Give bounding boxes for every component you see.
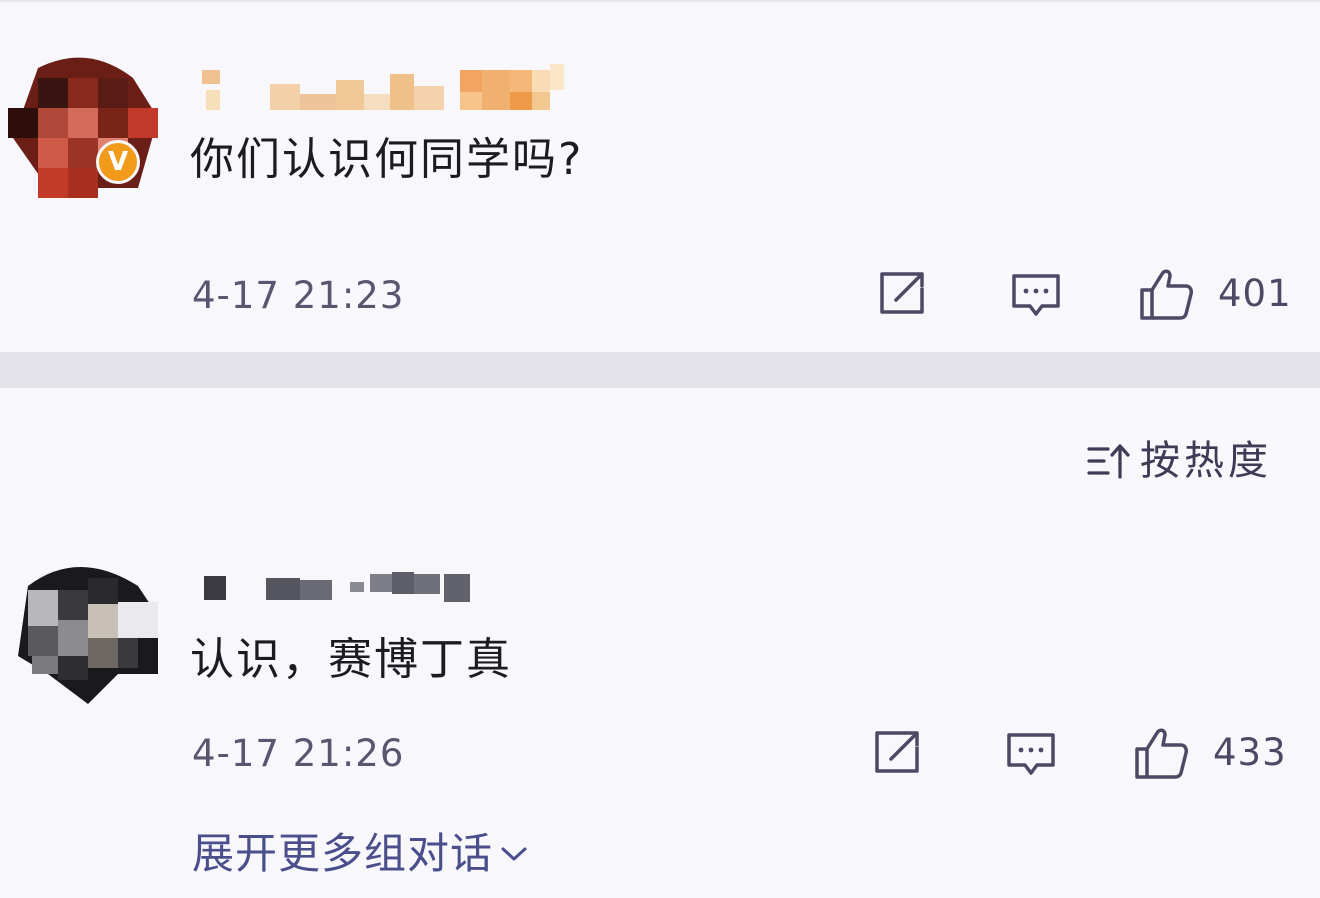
reply-button[interactable]: [1010, 272, 1062, 320]
comment-timestamp: 4-17 21:23: [192, 274, 405, 317]
comment-text: 认识，赛博丁真: [190, 634, 512, 685]
comment-icon: [1007, 733, 1055, 775]
repost-button[interactable]: [873, 729, 923, 775]
expand-more-conversations-link[interactable]: 展开更多组对话: [192, 828, 529, 880]
thumbs-up-icon: [1135, 728, 1188, 779]
verified-badge-icon: V: [96, 140, 140, 184]
verified-badge-letter: V: [107, 147, 129, 177]
reply-button[interactable]: [1005, 731, 1057, 779]
comment-text: 你们认识何同学吗?: [190, 134, 584, 185]
sort-label: 按热度: [1140, 438, 1272, 484]
sort-icon: [1087, 444, 1130, 479]
repost-icon: [875, 731, 919, 773]
like-button[interactable]: 433: [1133, 725, 1287, 781]
chevron-down-icon: [501, 847, 527, 861]
like-count: 433: [1213, 731, 1287, 774]
comment-timestamp: 4-17 21:26: [192, 732, 405, 775]
comment-icon: [1012, 274, 1060, 316]
section-divider: [0, 352, 1320, 388]
like-button[interactable]: 401: [1138, 266, 1292, 322]
expand-label: 展开更多组对话: [192, 829, 494, 878]
comment-section: 按热度 认识，赛博丁真 4-17 21:26 433 展开更多组对话: [0, 388, 1320, 898]
username-redacted[interactable]: [200, 570, 490, 604]
avatar[interactable]: [8, 48, 158, 198]
comment-card-1: V 你们认识何同学吗? 4-17 21:23 401: [0, 0, 1320, 352]
thumbs-up-icon: [1140, 269, 1193, 320]
sort-button[interactable]: 按热度: [1086, 436, 1272, 486]
username-redacted[interactable]: [200, 60, 570, 116]
avatar[interactable]: [8, 556, 158, 706]
like-count: 401: [1218, 272, 1292, 315]
repost-button[interactable]: [878, 270, 928, 316]
repost-icon: [880, 272, 924, 314]
